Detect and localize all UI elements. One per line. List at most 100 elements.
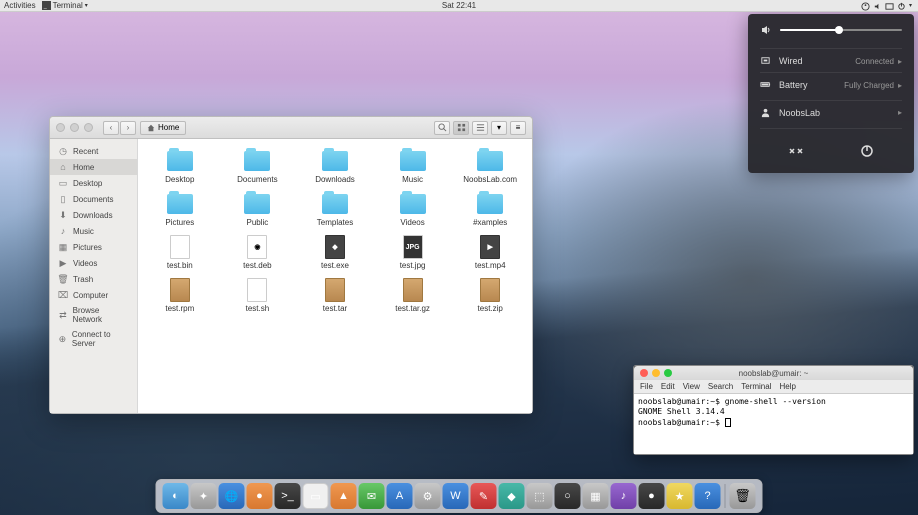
file-item[interactable]: test.bin <box>142 233 218 272</box>
file-item[interactable]: #xamples <box>452 190 528 229</box>
dock-appstore[interactable]: A <box>387 483 413 509</box>
file-item[interactable]: Documents <box>220 147 296 186</box>
dock-finder[interactable]: ◐ <box>163 483 189 509</box>
icon-view-button[interactable] <box>453 121 469 135</box>
file-item[interactable]: Downloads <box>297 147 373 186</box>
sidebar-item-videos[interactable]: ▶Videos <box>50 255 137 271</box>
sidebar-item-music[interactable]: ♪Music <box>50 223 137 239</box>
clock[interactable]: Sat 22:41 <box>442 1 476 10</box>
folder-icon <box>244 194 270 214</box>
file-item[interactable]: Desktop <box>142 147 218 186</box>
file-item[interactable]: Public <box>220 190 296 229</box>
dock-globe[interactable]: 🌐 <box>219 483 245 509</box>
network-icon[interactable] <box>885 2 893 10</box>
path-bar[interactable]: Home <box>140 121 186 135</box>
sidebar-item-connect-to-server[interactable]: ⊕Connect to Server <box>50 327 137 351</box>
menu-chevron-icon[interactable]: ▾ <box>909 2 912 9</box>
file-item[interactable]: JPGtest.jpg <box>375 233 451 272</box>
file-item[interactable]: test.rpm <box>142 276 218 315</box>
forward-button[interactable]: › <box>120 121 136 135</box>
menu-search[interactable]: Search <box>708 382 733 391</box>
file-label: #xamples <box>473 218 507 227</box>
dock-tool3[interactable]: ⬚ <box>527 483 553 509</box>
file-item[interactable]: ◆test.exe <box>297 233 373 272</box>
menu-file[interactable]: File <box>640 382 653 391</box>
dock-chat[interactable]: ✉ <box>359 483 385 509</box>
dock-tool6[interactable]: ♪ <box>611 483 637 509</box>
terminal-output[interactable]: noobslab@umair:~$ gnome-shell --version … <box>634 394 913 454</box>
sidebar-item-recent[interactable]: ◷Recent <box>50 143 137 159</box>
menu-view[interactable]: View <box>683 382 700 391</box>
dock-safari[interactable]: ✦ <box>191 483 217 509</box>
dock-writer[interactable]: W <box>443 483 469 509</box>
dock-tool1[interactable]: ✎ <box>471 483 497 509</box>
file-item[interactable]: test.sh <box>220 276 296 315</box>
file-item[interactable]: Music <box>375 147 451 186</box>
dock-trash[interactable]: 🗑 <box>730 483 756 509</box>
battery-row[interactable]: Battery Fully Charged▸ <box>760 72 902 96</box>
dock-firefox[interactable]: ● <box>247 483 273 509</box>
maximize-button[interactable] <box>664 369 672 377</box>
maximize-button[interactable] <box>84 123 93 132</box>
power-icon[interactable] <box>897 2 905 10</box>
user-name: NoobsLab <box>779 108 820 118</box>
menu-edit[interactable]: Edit <box>661 382 675 391</box>
view-options-button[interactable]: ▾ <box>491 121 507 135</box>
sidebar-item-documents[interactable]: ▯Documents <box>50 191 137 207</box>
activities-button[interactable]: Activities <box>4 1 36 10</box>
close-button[interactable] <box>640 369 648 377</box>
network-row[interactable]: Wired Connected▸ <box>760 48 902 72</box>
search-button[interactable] <box>434 121 450 135</box>
minimize-button[interactable] <box>652 369 660 377</box>
writer-icon: W <box>450 490 460 502</box>
exe-file-icon: ◆ <box>325 235 345 259</box>
app-menu[interactable]: Terminal <box>53 1 83 10</box>
accessibility-icon[interactable] <box>861 2 869 10</box>
globe-icon: 🌐 <box>225 490 239 503</box>
file-item[interactable]: ◉test.deb <box>220 233 296 272</box>
menu-terminal[interactable]: Terminal <box>741 382 771 391</box>
sidebar-item-home[interactable]: ⌂Home <box>50 159 137 175</box>
dock-tool2[interactable]: ◆ <box>499 483 525 509</box>
file-label: test.tar <box>323 304 347 313</box>
menu-button[interactable]: ≡ <box>510 121 526 135</box>
dock-tool7[interactable]: ● <box>639 483 665 509</box>
file-item[interactable]: Templates <box>297 190 373 229</box>
dock-tool5[interactable]: ▦ <box>583 483 609 509</box>
file-item[interactable]: test.tar <box>297 276 373 315</box>
minimize-button[interactable] <box>70 123 79 132</box>
volume-icon[interactable] <box>873 2 881 10</box>
files-icon: ▭ <box>310 490 320 503</box>
menu-help[interactable]: Help <box>779 382 795 391</box>
dock-help[interactable]: ? <box>695 483 721 509</box>
sidebar-item-desktop[interactable]: ▭Desktop <box>50 175 137 191</box>
dock-files[interactable]: ▭ <box>303 483 329 509</box>
file-item[interactable]: test.zip <box>452 276 528 315</box>
file-item[interactable]: ▶ test.mp4 <box>452 233 528 272</box>
power-button[interactable] <box>855 139 879 163</box>
dock-tool8[interactable]: ★ <box>667 483 693 509</box>
back-button[interactable]: ‹ <box>103 121 119 135</box>
terminal-titlebar[interactable]: noobslab@umair: ~ <box>634 366 913 380</box>
user-row[interactable]: NoobsLab ▸ <box>760 100 902 124</box>
list-view-button[interactable] <box>472 121 488 135</box>
file-item[interactable]: test.tar.gz <box>375 276 451 315</box>
volume-slider[interactable] <box>780 29 902 31</box>
sidebar-item-pictures[interactable]: ▦Pictures <box>50 239 137 255</box>
sidebar-item-browse-network[interactable]: ⇄Browse Network <box>50 303 137 327</box>
sidebar-item-computer[interactable]: ⌧Computer <box>50 287 137 303</box>
dock-vlc[interactable]: ▲ <box>331 483 357 509</box>
folder-icon <box>167 151 193 171</box>
file-item[interactable]: Pictures <box>142 190 218 229</box>
settings-button[interactable] <box>784 139 808 163</box>
file-label: test.mp4 <box>475 261 506 270</box>
file-item[interactable]: Videos <box>375 190 451 229</box>
file-item[interactable]: NoobsLab.com <box>452 147 528 186</box>
sidebar-item-trash[interactable]: 🗑Trash <box>50 271 137 287</box>
close-button[interactable] <box>56 123 65 132</box>
dock-settings[interactable]: ⚙ <box>415 483 441 509</box>
dock-terminal[interactable]: >_ <box>275 483 301 509</box>
dock-tool4[interactable]: ○ <box>555 483 581 509</box>
sidebar-item-downloads[interactable]: ⬇Downloads <box>50 207 137 223</box>
video-file-icon: ▶ <box>480 235 500 259</box>
